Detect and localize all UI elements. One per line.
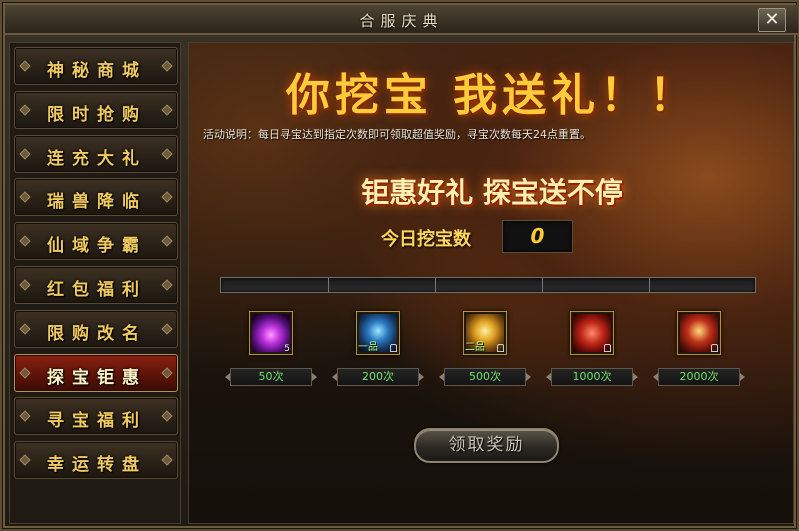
lock-icon [711, 344, 718, 352]
sidebar-item-lucky-wheel[interactable]: 幸运转盘 [14, 441, 178, 480]
progress-tick [649, 278, 650, 292]
close-button[interactable]: ✕ [758, 8, 786, 32]
sidebar-item-realm-battle[interactable]: 仙域争霸 [14, 222, 178, 261]
reward-item[interactable] [570, 311, 614, 355]
reward-requirement: 500次 [439, 368, 531, 386]
reward-requirement: 200次 [332, 368, 424, 386]
arrow-left-icon [439, 373, 444, 381]
sidebar-item-label: 探宝钜惠 [47, 367, 147, 388]
sidebar-item-label: 幸运转盘 [47, 455, 147, 476]
sidebar: 神秘商城限时抢购连充大礼瑞兽降临仙域争霸红包福利限购改名探宝钜惠寻宝福利幸运转盘 [9, 42, 181, 524]
sidebar-item-label: 限购改名 [47, 323, 147, 344]
sidebar-item-label: 神秘商城 [47, 61, 147, 81]
reward-quantity: 5 [284, 344, 290, 354]
requirement-label: 200次 [362, 370, 394, 383]
arrow-right-icon [526, 373, 531, 381]
sidebar-item-label: 限时抢购 [47, 104, 147, 125]
title-bar: 合服庆典 ✕ [5, 5, 798, 35]
arrow-right-icon [633, 373, 638, 381]
lock-icon [390, 344, 397, 352]
lock-icon [604, 344, 611, 352]
reward-grade: 二品 [465, 342, 485, 353]
requirement-label: 2000次 [679, 370, 719, 383]
lock-icon [497, 344, 504, 352]
progress-tick [435, 278, 436, 292]
reward-item[interactable]: 一品 [356, 311, 400, 355]
progress-tick [328, 278, 329, 292]
arrow-left-icon [332, 373, 337, 381]
sidebar-item-mystery-shop[interactable]: 神秘商城 [14, 47, 178, 85]
sidebar-item-label: 瑞兽降临 [47, 192, 147, 213]
requirement-label: 1000次 [572, 370, 612, 383]
main-panel: 你挖宝 我送礼！！ 活动说明：每日寻宝达到指定次数即可领取超值奖励，寻宝次数每天… [188, 42, 794, 524]
event-headline: 你挖宝 我送礼！！ [285, 70, 699, 121]
event-description: 活动说明：每日寻宝达到指定次数即可领取超值奖励，寻宝次数每天24点重置。 [203, 128, 591, 141]
sidebar-item-label: 仙域争霸 [47, 236, 147, 257]
sidebar-item-recharge-gift[interactable]: 连充大礼 [14, 134, 178, 173]
sidebar-item-flash-sale[interactable]: 限时抢购 [14, 90, 178, 129]
reward-requirement: 50次 [225, 368, 317, 386]
event-window: 合服庆典 ✕ 神秘商城限时抢购连充大礼瑞兽降临仙域争霸红包福利限购改名探宝钜惠寻… [0, 0, 799, 531]
arrow-left-icon [653, 373, 658, 381]
event-slogan: 钜惠好礼 探宝送不停 [361, 176, 623, 209]
requirement-label: 50次 [258, 370, 284, 383]
reward-item[interactable] [677, 311, 721, 355]
requirement-label: 500次 [469, 370, 501, 383]
dig-count-value: 0 [502, 220, 573, 253]
sidebar-item-rename-purchase[interactable]: 限购改名 [14, 309, 178, 348]
reward-grade: 一品 [358, 342, 378, 353]
reward-requirement: 1000次 [546, 368, 638, 386]
dig-count-label: 今日挖宝数 [381, 229, 471, 250]
reward-item[interactable]: 二品 [463, 311, 507, 355]
sidebar-item-label: 连充大礼 [47, 148, 147, 169]
sidebar-item-beast-arrival[interactable]: 瑞兽降临 [14, 178, 178, 217]
arrow-left-icon [225, 373, 230, 381]
sidebar-item-red-packet[interactable]: 红包福利 [14, 266, 178, 304]
sidebar-item-label: 红包福利 [47, 280, 147, 300]
reward-item[interactable]: 5 [249, 311, 293, 355]
sidebar-item-treasure-welfare[interactable]: 寻宝福利 [14, 397, 178, 436]
arrow-right-icon [419, 373, 424, 381]
arrow-right-icon [312, 373, 317, 381]
sidebar-item-label: 寻宝福利 [47, 411, 147, 432]
arrow-left-icon [546, 373, 551, 381]
claim-reward-button[interactable]: 领取奖励 [414, 428, 559, 463]
arrow-right-icon [740, 373, 745, 381]
sidebar-item-treasure-discount[interactable]: 探宝钜惠 [14, 353, 178, 392]
progress-bar [220, 277, 756, 293]
reward-requirement: 2000次 [653, 368, 745, 386]
window-title: 合服庆典 [359, 12, 444, 30]
progress-tick [542, 278, 543, 292]
